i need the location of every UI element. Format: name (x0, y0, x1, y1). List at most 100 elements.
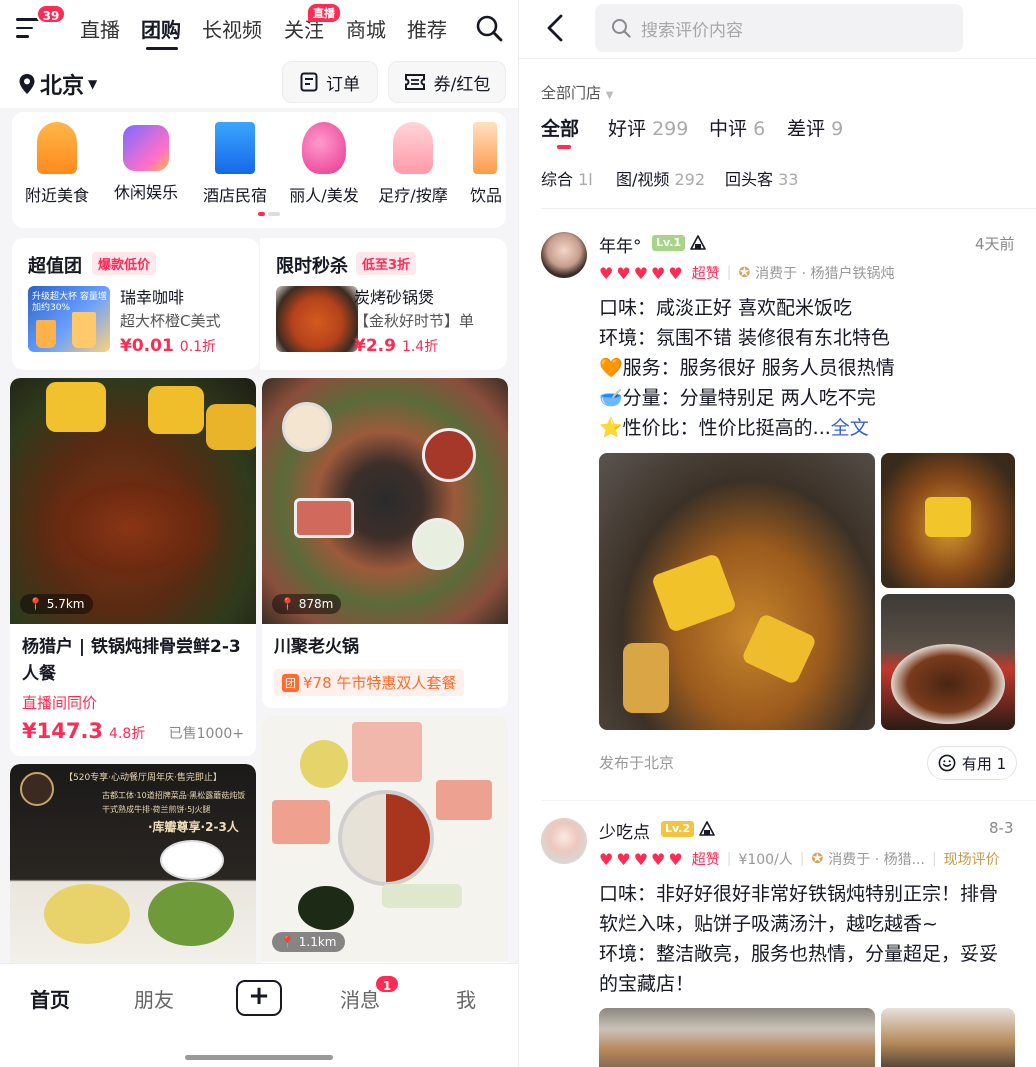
consumed-at[interactable]: 消费于 · 杨猎户铁锅炖 (755, 263, 894, 283)
caret-down-icon: ▼ (88, 77, 98, 91)
coupons-button[interactable]: 券/红包 (388, 61, 506, 103)
promo-title: 超值团 (28, 256, 82, 277)
published-location: 发布于北京 (599, 754, 675, 772)
product-name: 瑞幸咖啡 (120, 288, 185, 307)
reviewer-name[interactable]: 年年° (599, 232, 642, 257)
filter-tab-neutral[interactable]: 中评 6 (709, 114, 765, 141)
discount-value: 1.4折 (401, 339, 439, 355)
avatar[interactable] (541, 818, 587, 864)
dish-image (148, 882, 234, 946)
dish-image (422, 428, 476, 482)
category-hotel[interactable]: 酒店民宿 (195, 122, 275, 206)
meat-plate-image (272, 800, 330, 844)
heart-icon: ♥ (633, 849, 649, 869)
category-drinks[interactable]: 饮品 (457, 122, 506, 206)
nav-home[interactable]: 首页 (30, 984, 70, 1013)
onsite-review-tag: 现场评价 (943, 852, 1000, 868)
tab-group-buy[interactable]: 团购 (141, 14, 181, 43)
massage-icon (393, 122, 433, 174)
filter-tab-count: 6 (753, 118, 766, 140)
rating-label: 超赞 (691, 852, 720, 868)
distance-value: 5.7km (46, 597, 85, 611)
bowl-image (891, 644, 1005, 724)
filter-tab-all[interactable]: 全部 (541, 114, 579, 141)
review-photo[interactable] (599, 1008, 875, 1067)
review-photo[interactable] (881, 453, 1015, 588)
review-photo[interactable] (881, 594, 1015, 730)
deal-card-restaurant[interactable]: 【520专享·心动餐厅周年庆·售完即止】 古都工体·10道招牌菜品·黑松露蘑菇炖… (10, 764, 256, 974)
review-photo[interactable] (599, 453, 875, 730)
hotpot-image (338, 790, 434, 886)
category-entertainment[interactable]: 休闲娱乐 (106, 122, 186, 203)
category-grid: 附近美食 休闲娱乐 酒店民宿 丽人/美发 足疗/按摩 饮品 (12, 112, 506, 228)
orders-button[interactable]: 订单 (282, 61, 378, 103)
product-price: ¥0.01 0.1折 (120, 336, 216, 356)
thumbnail-caption: 升级超大杯 容量增加约30% (32, 292, 107, 313)
filter-tab-negative[interactable]: 差评 9 (787, 114, 843, 141)
review-line: 环境：整洁敞亮，服务也热情，分量超足，妥妥的宝藏店！ (599, 943, 999, 995)
tab-recommend[interactable]: 推荐 (407, 14, 447, 43)
deal-card-hotpot-2[interactable]: 📍 1.1km (262, 716, 508, 974)
group-buy-screen: 39 直播 团购 长视频 关注 直播 商城 推荐 北京 ▼ 订单 券/红包 附近… (0, 0, 518, 1067)
promo-super-deal[interactable]: 超值团 爆款低价 升级超大杯 容量增加约30% 瑞幸咖啡 超大杯橙C美式 ¥0.… (12, 238, 259, 370)
distance-badge: 📍 1.1km (272, 932, 345, 952)
search-icon[interactable] (475, 14, 503, 42)
nav-friends[interactable]: 朋友 (134, 984, 174, 1013)
category-beauty[interactable]: 丽人/美发 (284, 122, 364, 206)
nav-me[interactable]: 我 (456, 984, 476, 1013)
deal-card-yangliehu[interactable]: 📍 5.7km 杨猎户 | 铁锅炖排骨尝鲜2-3人餐 直播间同价 ¥147.3 4… (10, 378, 256, 756)
deal-image: 【520专享·心动餐厅周年庆·售完即止】 古都工体·10道招牌菜品·黑松露蘑菇炖… (10, 764, 256, 974)
tab-live[interactable]: 直播 (80, 14, 120, 43)
filter-tab-label: 全部 (541, 118, 580, 140)
back-arrow-icon[interactable] (543, 12, 567, 44)
coupons-label: 券/红包 (433, 74, 491, 95)
tab-mall[interactable]: 商城 (346, 14, 386, 43)
read-more-link[interactable]: 全文 (831, 417, 869, 439)
store-filter[interactable]: 全部门店 ▼ (541, 82, 614, 103)
deal-price-row: ¥147.3 4.8折 已售1000+ (10, 713, 256, 743)
corn-bread-image (206, 404, 256, 450)
avatar[interactable] (541, 232, 587, 278)
sort-tab-label: 回头客 (725, 170, 774, 189)
home-indicator (185, 1055, 333, 1060)
search-icon (612, 19, 631, 38)
deal-title: 杨猎户 | 铁锅炖排骨尝鲜2-3人餐 (22, 637, 241, 684)
category-label: 休闲娱乐 (113, 183, 178, 202)
banner-people: ·库瓣尊享·2-3人 (148, 820, 239, 834)
product-subtitle: 超大杯橙C美式 (120, 312, 221, 330)
menu-icon[interactable] (16, 18, 40, 38)
page-indicator (258, 212, 280, 216)
rating-row: ♥ ♥ ♥ ♥ ♥ 超赞 | ✪ 消费于 · 杨猎户铁锅炖 (599, 263, 895, 283)
corn-bread-image (46, 382, 106, 432)
entertainment-icon (123, 125, 169, 171)
rice-ball-icon (690, 235, 706, 250)
city-selector[interactable]: 北京 ▼ (18, 68, 97, 100)
ticket-icon (404, 74, 425, 90)
dish-image (160, 840, 224, 880)
sort-tab-returning[interactable]: 回头客 33 (725, 166, 798, 190)
active-tab-indicator (557, 145, 571, 149)
live-tag: 直播 (308, 4, 340, 22)
sort-tab-media[interactable]: 图/视频 292 (616, 166, 705, 190)
tab-long-video[interactable]: 长视频 (202, 14, 262, 43)
cup-image (36, 320, 56, 348)
category-massage[interactable]: 足疗/按摩 (373, 122, 453, 206)
create-plus-button[interactable]: + (236, 980, 282, 1016)
sort-tab-overall[interactable]: 综合 1l (541, 166, 593, 190)
review-photo[interactable] (881, 1008, 1015, 1067)
category-nearby-food[interactable]: 附近美食 (17, 122, 97, 206)
orders-label: 订单 (326, 74, 360, 95)
separator: | (726, 851, 732, 867)
sort-tab-count: 33 (778, 170, 799, 189)
filter-tab-count: 9 (831, 118, 844, 140)
promo-flash-sale[interactable]: 限时秒杀 低至3折 炭烤砂锅煲 【金秋好时节】单 ¥2.9 1.4折 (260, 238, 507, 370)
filter-tab-positive[interactable]: 好评 299 (608, 114, 688, 141)
reviewer-name[interactable]: 少吃点 (599, 818, 650, 843)
deal-card-chuanju-hotpot[interactable]: 📍 878m 川聚老火锅 团 ¥78 午市特惠双人套餐 (262, 378, 508, 708)
review-search-input[interactable]: 搜索评价内容 (595, 4, 963, 52)
coupon-tag: 团 ¥78 午市特惠双人套餐 (274, 669, 465, 696)
separator: | (799, 851, 805, 867)
divider (519, 58, 1036, 59)
useful-button[interactable]: 有用 1 (927, 746, 1017, 780)
consumed-at[interactable]: 消费于 · 杨猎... (828, 849, 925, 869)
